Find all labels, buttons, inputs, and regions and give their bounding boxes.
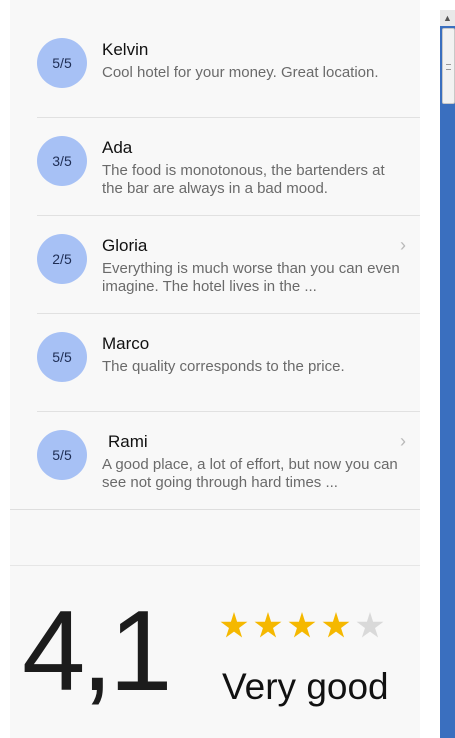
- overall-score: 4,1: [22, 588, 172, 715]
- arrow-up-icon[interactable]: ▲: [440, 10, 455, 26]
- rating-badge: 5/5: [37, 430, 87, 480]
- review-text: Everything is much worse than you can ev…: [102, 260, 400, 295]
- rating-badge: 3/5: [37, 136, 87, 186]
- reviewer-name: Rami: [108, 432, 148, 451]
- review-text: Cool hotel for your money. Great locatio…: [102, 64, 379, 81]
- review-item[interactable]: 5/5 Kelvin Cool hotel for your money. Gr…: [37, 19, 420, 118]
- review-item[interactable]: 2/5 Gloria Everything is much worse than…: [37, 215, 420, 314]
- review-item[interactable]: 5/5 Marco The quality corresponds to the…: [37, 313, 420, 412]
- reviewer-name: Ada: [102, 138, 133, 157]
- reviewer-name: Kelvin: [102, 40, 149, 59]
- chevron-right-icon[interactable]: ›: [400, 432, 406, 450]
- review-item[interactable]: 5/5 Rami A good place, a lot of effort, …: [37, 411, 420, 510]
- chevron-right-icon[interactable]: ›: [400, 236, 406, 254]
- review-item[interactable]: 3/5 Ada The food is monotonous, the bart…: [37, 117, 420, 216]
- vertical-scrollbar[interactable]: ▲: [440, 10, 455, 738]
- review-text: A good place, a lot of effort, but now y…: [102, 456, 398, 491]
- review-text: The food is monotonous, the bartenders a…: [102, 162, 385, 197]
- divider: [10, 509, 420, 510]
- rating-badge: 5/5: [37, 38, 87, 88]
- rating-badge: 2/5: [37, 234, 87, 284]
- rating-label: Very good: [222, 666, 389, 707]
- divider: [10, 565, 420, 566]
- scroll-thumb[interactable]: [442, 28, 455, 104]
- reviewer-name: Marco: [102, 334, 150, 353]
- review-text: The quality corresponds to the price.: [102, 358, 345, 375]
- grip-icon: [446, 64, 451, 70]
- reviewer-name: Gloria: [102, 236, 148, 255]
- rating-badge: 5/5: [37, 332, 87, 382]
